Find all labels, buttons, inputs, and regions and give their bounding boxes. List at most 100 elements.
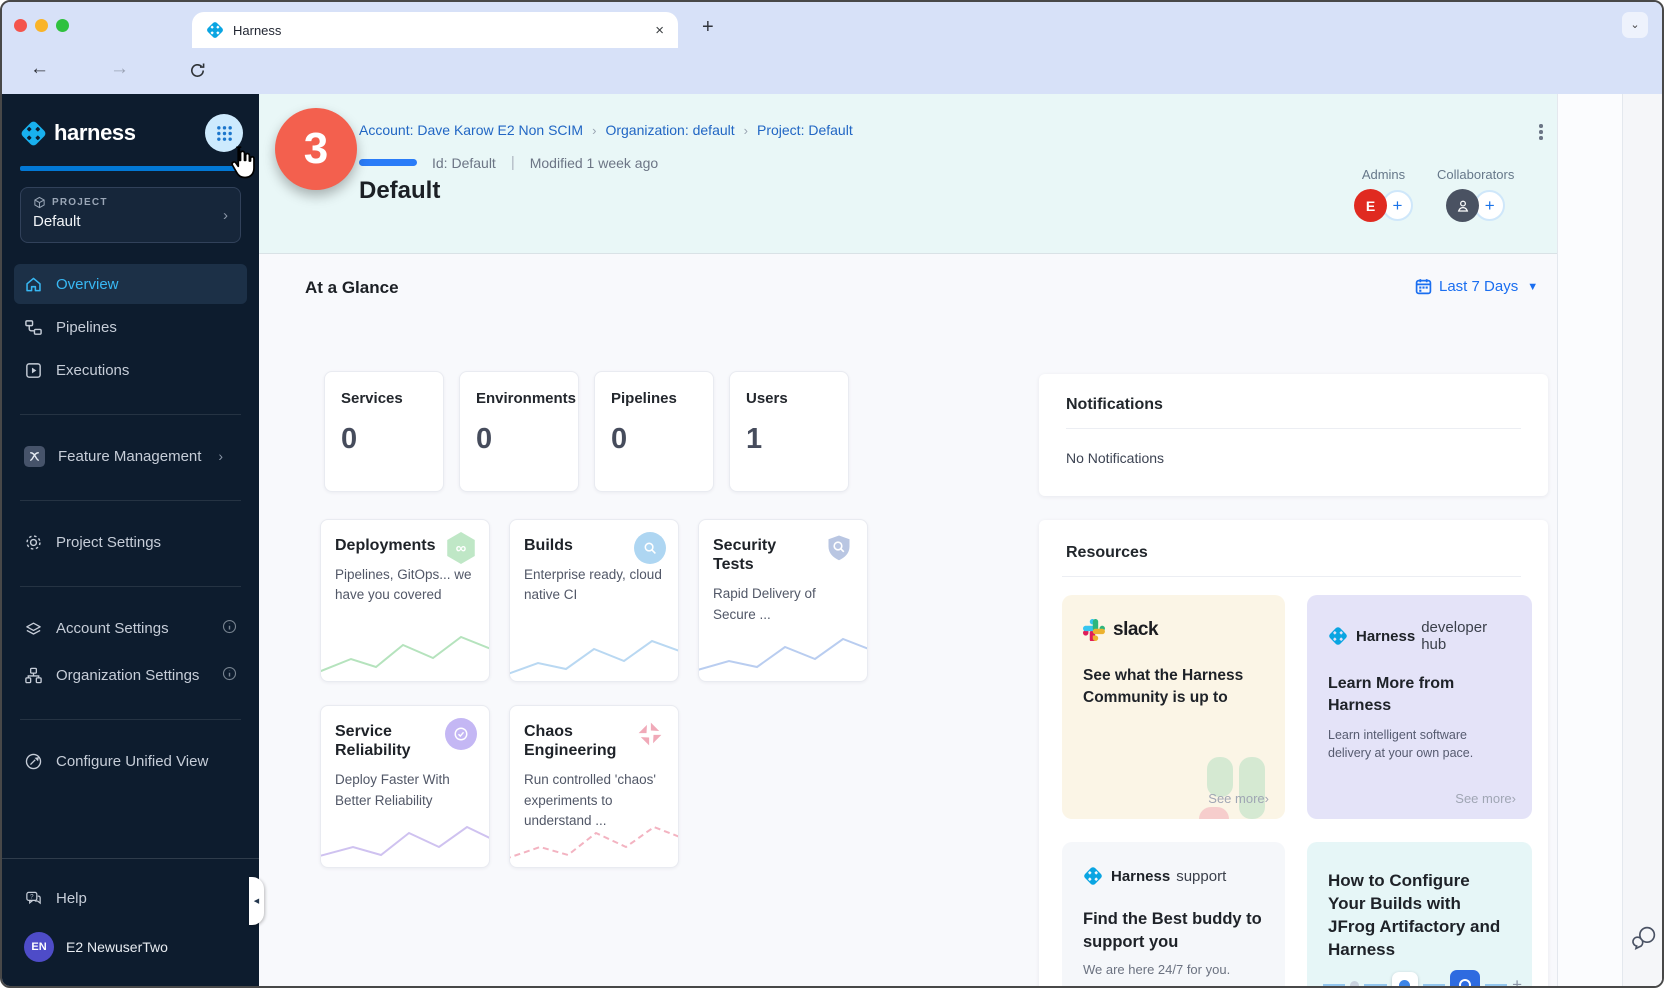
- glance-stats: Services 0 Environments 0 Pipelines 0 Us…: [324, 371, 849, 492]
- sidebar-item-label: Help: [56, 890, 87, 907]
- module-card-service-reliability[interactable]: Service Reliability Deploy Faster With B…: [320, 705, 490, 868]
- sidebar-item-organization-settings[interactable]: Organization Settings: [14, 655, 247, 695]
- collaborators-group: Collaborators +: [1437, 167, 1514, 222]
- sidebar-item-overview[interactable]: Overview: [14, 264, 247, 304]
- stat-card-services[interactable]: Services 0: [324, 371, 444, 492]
- project-selector[interactable]: PROJECT Default ›: [20, 187, 241, 243]
- project-header: Account: Dave Karow E2 Non SCIM › Organi…: [259, 94, 1557, 254]
- stat-value: 0: [611, 423, 697, 456]
- project-id-text: Id: Default: [432, 155, 496, 171]
- harness-logo-icon: [1083, 866, 1103, 886]
- app-viewport: harness PROJECT Default ›: [2, 94, 1662, 986]
- project-color-bar: [359, 159, 417, 166]
- sidebar-item-configure-unified-view[interactable]: Configure Unified View: [14, 741, 247, 781]
- module-title: Chaos Engineering: [524, 722, 632, 760]
- module-desc: Rapid Delivery of Secure ...: [713, 584, 853, 625]
- notifications-panel: Notifications No Notifications: [1039, 374, 1548, 496]
- chevron-right-icon: ›: [218, 448, 223, 464]
- module-card-chaos-engineering[interactable]: Chaos Engineering Run controlled 'chaos'…: [509, 705, 679, 868]
- reload-button[interactable]: [188, 61, 207, 86]
- sidebar-item-account-settings[interactable]: Account Settings: [14, 608, 247, 648]
- info-icon[interactable]: [222, 666, 237, 685]
- jfrog-headline: How to Configure Your Builds with JFrog …: [1328, 870, 1511, 962]
- resource-card-jfrog[interactable]: How to Configure Your Builds with JFrog …: [1307, 842, 1532, 988]
- sidebar-header: harness: [2, 94, 259, 164]
- resource-card-slack[interactable]: slack See what the Harness Community is …: [1062, 595, 1285, 819]
- tab-search-button[interactable]: ⌄: [1622, 12, 1648, 38]
- devhub-brand-row: Harness developer hub: [1328, 619, 1511, 653]
- info-icon[interactable]: [222, 619, 237, 638]
- breadcrumb-separator: ›: [744, 123, 748, 138]
- stat-label: Environments: [476, 390, 562, 407]
- home-icon: [24, 275, 43, 294]
- notifications-title: Notifications: [1066, 396, 1521, 414]
- collaborator-avatar[interactable]: [1446, 189, 1479, 222]
- stat-card-users[interactable]: Users 1: [729, 371, 849, 492]
- no-notifications-text: No Notifications: [1066, 450, 1521, 466]
- sidebar-divider: [20, 500, 241, 501]
- close-window-button[interactable]: [14, 19, 27, 32]
- module-title: Builds: [524, 536, 632, 555]
- sidebar-divider: [20, 586, 241, 587]
- stat-card-pipelines[interactable]: Pipelines 0: [594, 371, 714, 492]
- collaborators-label: Collaborators: [1437, 167, 1514, 182]
- harness-logo-icon: [1328, 626, 1348, 646]
- sidebar-item-label: Executions: [56, 362, 129, 379]
- slack-brand-row: slack: [1083, 619, 1264, 641]
- breadcrumb-project-link[interactable]: Project: Default: [757, 122, 853, 138]
- support-chat-icon[interactable]: [1631, 924, 1658, 956]
- devhub-headline: Learn More from Harness: [1328, 673, 1511, 718]
- new-tab-button[interactable]: +: [702, 16, 714, 39]
- sparkline-decoration: [510, 807, 679, 863]
- sidebar-item-feature-management[interactable]: Feature Management ›: [14, 436, 247, 476]
- sidebar-item-pipelines[interactable]: Pipelines: [14, 307, 247, 347]
- sidebar-item-project-settings[interactable]: Project Settings: [14, 522, 247, 562]
- devhub-brand-bold: Harness: [1356, 628, 1415, 645]
- user-avatar: EN: [24, 932, 54, 962]
- module-card-deployments[interactable]: Deployments Pipelines, GitOps... we have…: [320, 519, 490, 682]
- project-meta-row: Id: Default | Modified 1 week ago: [359, 154, 658, 171]
- browser-tab[interactable]: Harness ×: [192, 12, 678, 48]
- play-square-icon: [24, 361, 43, 380]
- mouse-cursor-icon: [224, 144, 260, 189]
- back-button[interactable]: ←: [30, 58, 49, 80]
- forward-button[interactable]: →: [110, 58, 129, 80]
- layers-icon: [24, 619, 43, 638]
- sidebar-collapse-handle[interactable]: ◀: [249, 877, 264, 925]
- admin-avatar[interactable]: E: [1354, 189, 1387, 222]
- breadcrumb-org-link[interactable]: Organization: default: [605, 122, 734, 138]
- breadcrumb-account-link[interactable]: Account: Dave Karow E2 Non SCIM: [359, 122, 583, 138]
- tab-close-icon[interactable]: ×: [655, 23, 664, 38]
- date-range-selector[interactable]: Last 7 Days ▼: [1415, 278, 1538, 295]
- pipeline-diagram: +: [1323, 970, 1522, 988]
- resource-card-support[interactable]: Harness support Find the Best buddy to s…: [1062, 842, 1285, 988]
- breadcrumb-separator: ›: [592, 123, 596, 138]
- module-card-security-tests[interactable]: Security Tests Rapid Delivery of Secure …: [698, 519, 868, 682]
- minimize-window-button[interactable]: [35, 19, 48, 32]
- resource-cards: slack See what the Harness Community is …: [1062, 595, 1521, 988]
- maximize-window-button[interactable]: [56, 19, 69, 32]
- gear-icon: [24, 533, 43, 552]
- browser-window: Harness × + ⌄ ← → app.harness.io/ng/acco…: [0, 0, 1664, 988]
- slack-see-more-link[interactable]: See more›: [1208, 791, 1269, 806]
- support-brand-rest: support: [1176, 868, 1226, 885]
- module-card-builds[interactable]: Builds Enterprise ready, cloud native CI: [509, 519, 679, 682]
- project-options-menu-icon[interactable]: [1539, 124, 1543, 140]
- modified-text: Modified 1 week ago: [530, 155, 658, 171]
- user-name: E2 NewuserTwo: [66, 939, 168, 955]
- stat-card-environments[interactable]: Environments 0: [459, 371, 579, 492]
- window-scroll-gutter[interactable]: [1622, 94, 1662, 986]
- deployments-hexagon-icon: ∞: [445, 532, 477, 564]
- sidebar-item-executions[interactable]: Executions: [14, 350, 247, 390]
- sparkline-decoration: [321, 807, 490, 863]
- user-profile[interactable]: EN E2 NewuserTwo: [24, 932, 247, 962]
- harness-logo-text: harness: [54, 120, 205, 146]
- devhub-see-more-link[interactable]: See more›: [1455, 791, 1516, 806]
- content-scroll-gutter: [1557, 94, 1622, 986]
- pipeline-active-stage-icon: [1450, 970, 1480, 988]
- resource-card-developer-hub[interactable]: Harness developer hub Learn More from Ha…: [1307, 595, 1532, 819]
- resources-panel: Resources slack See what the Harness Com…: [1039, 520, 1548, 988]
- svg-text:?: ?: [30, 893, 34, 900]
- sidebar-item-help[interactable]: ? Help: [14, 878, 247, 918]
- panel-divider: [1062, 576, 1521, 577]
